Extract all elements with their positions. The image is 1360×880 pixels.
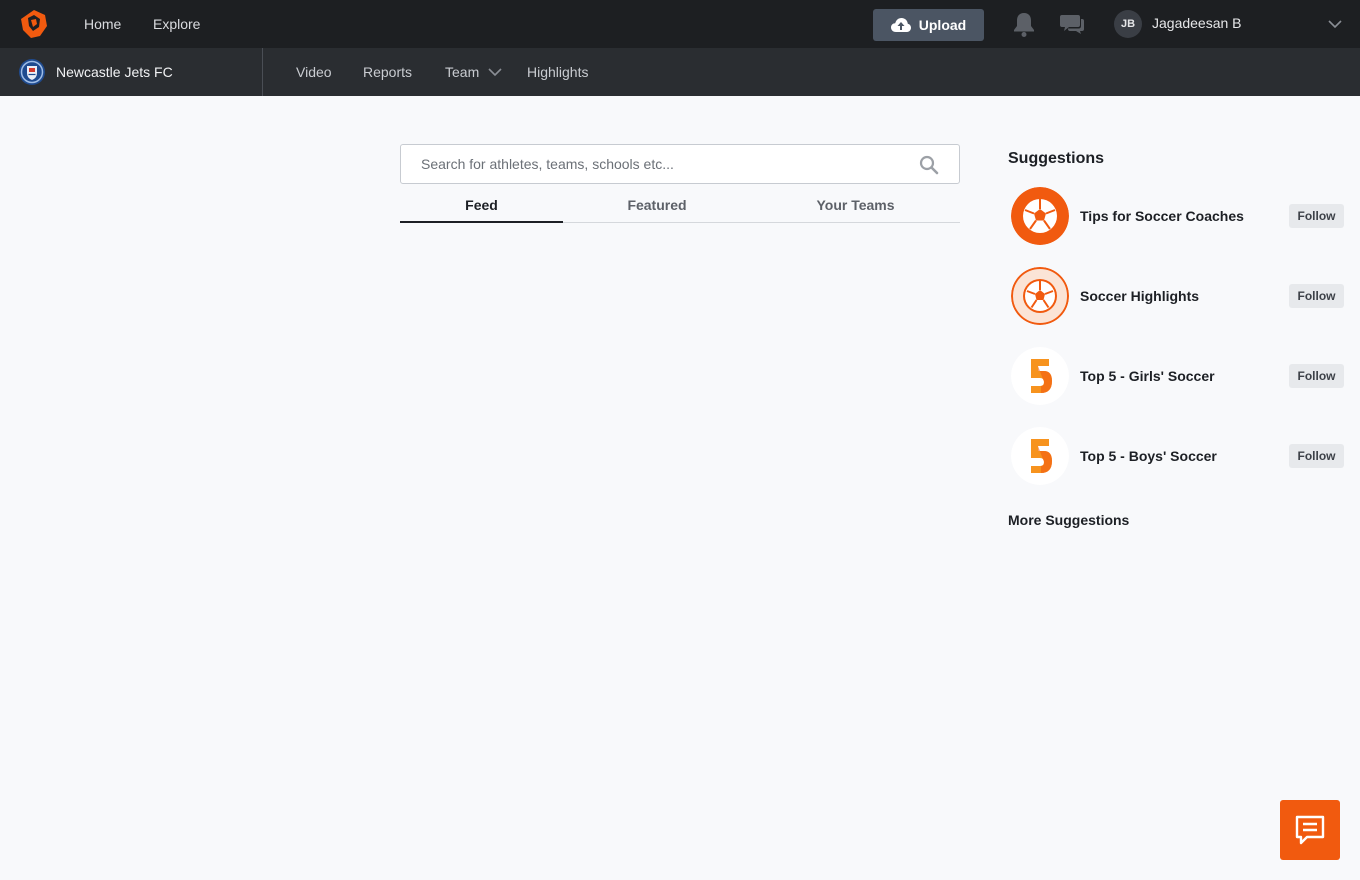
- suggestion-name[interactable]: Soccer Highlights: [1080, 264, 1199, 328]
- chevron-down-icon[interactable]: [487, 64, 503, 80]
- cloud-upload-icon: [890, 18, 911, 32]
- chat-icon: [1295, 815, 1325, 845]
- follow-button[interactable]: Follow: [1289, 204, 1344, 228]
- suggestion-item[interactable]: Soccer Highlights Follow: [1008, 264, 1344, 328]
- soccer-ball-icon: [1011, 187, 1069, 245]
- follow-button[interactable]: Follow: [1289, 284, 1344, 308]
- suggestion-item[interactable]: Top 5 - Boys' Soccer Follow: [1008, 424, 1344, 488]
- user-avatar[interactable]: JB: [1114, 10, 1142, 38]
- suggestion-name[interactable]: Top 5 - Boys' Soccer: [1080, 424, 1217, 488]
- suggestion-name[interactable]: Tips for Soccer Coaches: [1080, 184, 1244, 248]
- search-input[interactable]: [421, 145, 911, 183]
- support-chat-button[interactable]: [1280, 800, 1340, 860]
- hudl-logo-icon[interactable]: [18, 8, 50, 40]
- more-suggestions-link[interactable]: More Suggestions: [1008, 512, 1129, 528]
- subnav-team-link[interactable]: Team: [445, 48, 479, 96]
- follow-button[interactable]: Follow: [1289, 364, 1344, 388]
- subnav-reports-link[interactable]: Reports: [363, 48, 412, 96]
- upload-label: Upload: [918, 17, 967, 33]
- follow-button[interactable]: Follow: [1289, 444, 1344, 468]
- team-navigation-bar: Newcastle Jets FC Video Reports Team Hig…: [0, 48, 1360, 96]
- user-name[interactable]: Jagadeesan B: [1152, 0, 1242, 46]
- nav-explore-link[interactable]: Explore: [153, 0, 200, 48]
- soccer-ball-icon: [1011, 267, 1069, 325]
- nav-home-link[interactable]: Home: [84, 0, 121, 48]
- search-icon[interactable]: [919, 155, 939, 175]
- chevron-down-icon[interactable]: [1327, 16, 1343, 32]
- subnav-highlights-link[interactable]: Highlights: [527, 48, 588, 96]
- suggestion-item[interactable]: Top 5 - Girls' Soccer Follow: [1008, 344, 1344, 408]
- search-box: [400, 144, 960, 184]
- tab-your-teams[interactable]: Your Teams: [751, 188, 960, 222]
- upload-button[interactable]: Upload: [873, 9, 984, 41]
- top-navigation-bar: Home Explore Upload JB Jagadeesan B: [0, 0, 1360, 48]
- team-crest-icon: [19, 59, 45, 85]
- top-five-icon: [1011, 427, 1069, 485]
- bell-icon[interactable]: [1010, 10, 1038, 38]
- team-selector[interactable]: Newcastle Jets FC: [0, 48, 263, 96]
- tab-featured[interactable]: Featured: [563, 188, 751, 222]
- suggestion-name[interactable]: Top 5 - Girls' Soccer: [1080, 344, 1215, 408]
- messages-icon[interactable]: [1058, 10, 1086, 38]
- subnav-video-link[interactable]: Video: [296, 48, 332, 96]
- feed-tabs: Feed Featured Your Teams: [400, 188, 960, 223]
- top-five-icon: [1011, 347, 1069, 405]
- suggestion-item[interactable]: Tips for Soccer Coaches Follow: [1008, 184, 1344, 248]
- suggestions-title: Suggestions: [1008, 150, 1105, 167]
- tab-feed[interactable]: Feed: [400, 188, 563, 223]
- team-name: Newcastle Jets FC: [56, 64, 173, 80]
